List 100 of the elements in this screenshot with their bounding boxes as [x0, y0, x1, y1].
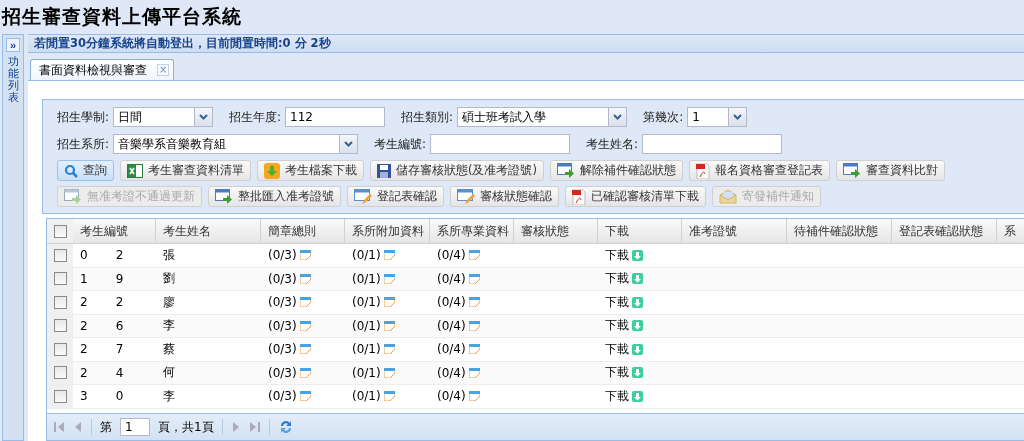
- note-icon[interactable]: [383, 344, 395, 355]
- note-icon[interactable]: [468, 320, 480, 331]
- first-page-icon[interactable]: [53, 421, 65, 433]
- dropdown-field[interactable]: 碩士班考試入學: [457, 107, 628, 127]
- close-icon[interactable]: ×: [157, 64, 170, 76]
- download-link[interactable]: 下載: [605, 246, 629, 264]
- column-header[interactable]: 系所附加資料: [345, 219, 430, 243]
- table-cell: (0/4): [437, 295, 466, 310]
- next-page-icon[interactable]: [230, 421, 241, 433]
- row-checkbox[interactable]: [53, 248, 67, 262]
- table-cell: (0/4): [437, 318, 466, 333]
- download-link[interactable]: 下載: [605, 317, 629, 335]
- pdf-icon: [572, 188, 586, 205]
- expand-button[interactable]: »: [6, 38, 20, 52]
- note-icon[interactable]: [299, 320, 311, 331]
- page-number-field[interactable]: 1: [120, 418, 150, 436]
- toolbar-button[interactable]: 儲存審核狀態(及准考證號): [370, 160, 544, 181]
- column-header[interactable]: 系所專業資料: [430, 219, 514, 243]
- download-icon[interactable]: [632, 320, 643, 332]
- note-icon[interactable]: [383, 273, 395, 284]
- note-icon[interactable]: [383, 297, 395, 308]
- toolbar-button[interactable]: 整批匯入准考證號: [208, 186, 341, 207]
- note-icon[interactable]: [468, 344, 480, 355]
- column-header[interactable]: 待補件確認狀態: [787, 219, 892, 243]
- note-icon[interactable]: [468, 391, 480, 402]
- toolbar-button[interactable]: 已確認審核清單下載: [565, 186, 706, 207]
- download-icon[interactable]: [632, 249, 643, 261]
- column-header[interactable]: 准考證號: [682, 219, 787, 243]
- dropdown-field[interactable]: 1: [687, 107, 748, 127]
- tab-label: 書面資料檢視與審查: [39, 62, 147, 78]
- download-link[interactable]: 下載: [605, 364, 629, 382]
- column-header[interactable]: 考生姓名: [156, 219, 261, 243]
- download-icon: [264, 162, 280, 179]
- note-icon[interactable]: [299, 344, 311, 355]
- toolbar-button[interactable]: 查詢: [57, 160, 114, 181]
- last-page-icon[interactable]: [248, 421, 261, 433]
- toolbar-button[interactable]: 審核狀態確認: [450, 186, 559, 207]
- page-label: 第: [100, 418, 112, 436]
- table-cell: 9: [115, 271, 124, 286]
- previous-page-icon[interactable]: [73, 421, 83, 433]
- row-checkbox[interactable]: [53, 295, 67, 309]
- text-field[interactable]: 112: [285, 107, 386, 127]
- table-cell: (0/1): [352, 365, 381, 380]
- table-cell: 2: [80, 365, 88, 380]
- note-icon[interactable]: [299, 297, 311, 308]
- note-icon[interactable]: [299, 367, 311, 378]
- toolbar-button[interactable]: 報名資格審查登記表: [689, 160, 830, 181]
- column-header[interactable]: 考生編號: [73, 219, 156, 243]
- toolbar-button[interactable]: 解除補件確認狀態: [550, 160, 683, 181]
- table-cell: (0/1): [352, 318, 381, 333]
- row-checkbox[interactable]: [53, 342, 67, 356]
- table-cell: 2: [80, 318, 88, 333]
- note-icon[interactable]: [383, 391, 395, 402]
- table-cell: 7: [115, 342, 124, 357]
- download-link[interactable]: 下載: [605, 270, 629, 288]
- download-link[interactable]: 下載: [605, 387, 629, 405]
- tab[interactable]: 書面資料檢視與審查 ×: [30, 59, 175, 80]
- table-cell: (0/3): [268, 365, 297, 380]
- download-link[interactable]: 下載: [605, 340, 629, 358]
- download-link[interactable]: 下載: [605, 293, 629, 311]
- field-label: 招生學制:: [57, 108, 110, 126]
- note-icon[interactable]: [468, 367, 480, 378]
- column-header[interactable]: 簡章總則: [261, 219, 345, 243]
- toolbar-button[interactable]: 考生審查資料清單: [120, 160, 251, 181]
- note-icon[interactable]: [299, 273, 311, 284]
- column-header[interactable]: 登記表確認狀態: [892, 219, 997, 243]
- dropdown-field[interactable]: 日間: [113, 107, 214, 127]
- column-header[interactable]: 下載: [598, 219, 682, 243]
- download-icon[interactable]: [632, 273, 643, 285]
- toolbar-button[interactable]: 登記表確認: [347, 186, 444, 207]
- row-checkbox[interactable]: [53, 272, 67, 286]
- text-field[interactable]: [642, 134, 783, 154]
- dropdown-field[interactable]: 音樂學系音樂教育組: [113, 134, 359, 154]
- row-checkbox[interactable]: [53, 366, 67, 380]
- row-checkbox[interactable]: [53, 389, 67, 403]
- note-icon[interactable]: [468, 273, 480, 284]
- download-icon[interactable]: [632, 367, 643, 379]
- note-icon[interactable]: [383, 367, 395, 378]
- column-header[interactable]: 審核狀態: [514, 219, 598, 243]
- text-field[interactable]: [430, 134, 571, 154]
- note-icon[interactable]: [299, 391, 311, 402]
- toolbar-button[interactable]: 考生檔案下載: [257, 160, 364, 181]
- row-checkbox[interactable]: [53, 319, 67, 333]
- table-cell: 2: [80, 295, 88, 310]
- caret-icon: [613, 114, 623, 120]
- column-header[interactable]: 系: [997, 219, 1024, 243]
- toolbar-button[interactable]: 審查資料比對: [836, 160, 945, 181]
- download-icon[interactable]: [632, 390, 643, 402]
- download-icon[interactable]: [632, 296, 643, 308]
- note-icon[interactable]: [468, 250, 480, 261]
- note-icon[interactable]: [383, 250, 395, 261]
- note-icon[interactable]: [383, 320, 395, 331]
- select-all-checkbox[interactable]: [53, 224, 67, 238]
- table-cell: 李: [163, 317, 175, 335]
- download-icon[interactable]: [632, 343, 643, 355]
- form-pencil-icon: [354, 188, 372, 205]
- note-icon[interactable]: [468, 297, 480, 308]
- note-icon[interactable]: [299, 250, 311, 261]
- table-cell: 0: [80, 248, 88, 263]
- sidebar-label: 功能列表: [7, 56, 19, 105]
